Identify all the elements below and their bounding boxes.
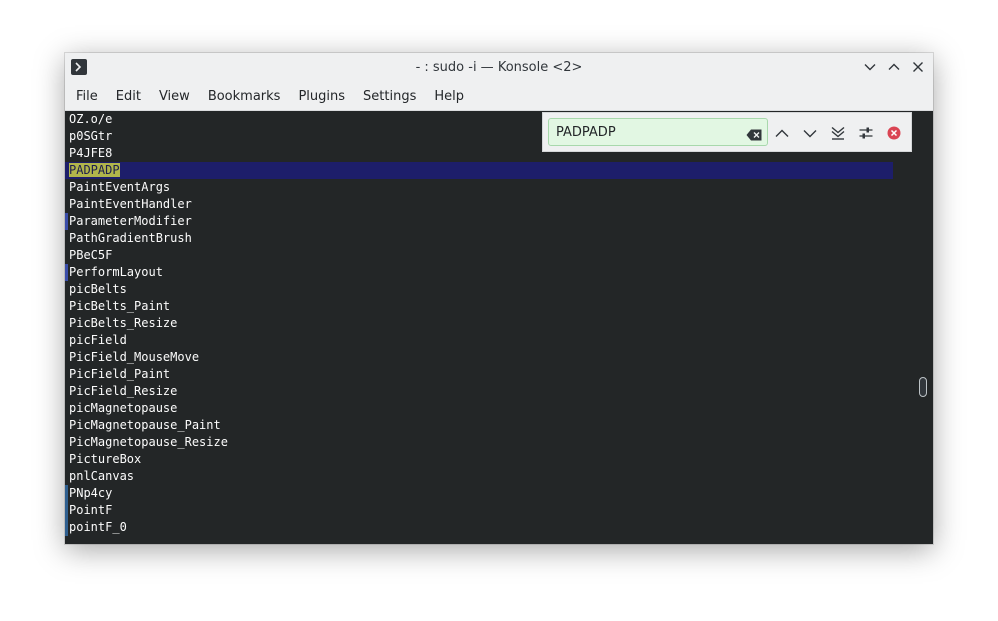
terminal-line: PNp4cy bbox=[65, 485, 893, 502]
chevron-up-icon bbox=[775, 129, 789, 137]
menu-view[interactable]: View bbox=[152, 82, 197, 111]
terminal-line: PicField_Resize bbox=[69, 384, 178, 398]
terminal-line: PerformLayout bbox=[65, 264, 893, 281]
line-marker bbox=[65, 485, 68, 502]
terminal-line: picBelts bbox=[69, 282, 127, 296]
terminal-line: picField bbox=[69, 333, 127, 347]
terminal-line-text: ParameterModifier bbox=[69, 214, 192, 228]
menu-edit[interactable]: Edit bbox=[109, 82, 148, 111]
terminal-line-current-match: PADPADP bbox=[65, 162, 893, 179]
minimize-button[interactable] bbox=[862, 59, 878, 75]
highlight-all-button[interactable] bbox=[829, 124, 847, 142]
close-button[interactable] bbox=[910, 59, 926, 75]
clear-search-button[interactable] bbox=[746, 126, 762, 141]
terminal-line: PicField_MouseMove bbox=[69, 350, 200, 364]
terminal-line: PointF bbox=[65, 502, 893, 519]
terminal-line: PathGradientBrush bbox=[69, 231, 192, 245]
menu-bar: File Edit View Bookmarks Plugins Setting… bbox=[65, 82, 933, 111]
title-bar[interactable]: - : sudo -i — Konsole <2> bbox=[65, 53, 933, 82]
terminal-line: picMagnetopause bbox=[69, 401, 178, 415]
terminal-line: PBeC5F bbox=[69, 248, 113, 262]
menu-file[interactable]: File bbox=[69, 82, 105, 111]
terminal-line: pointF_0 bbox=[65, 519, 893, 536]
konsole-window: - : sudo -i — Konsole <2> File Edit View… bbox=[65, 53, 933, 544]
line-marker bbox=[65, 519, 68, 536]
terminal-line: PaintEventHandler bbox=[69, 197, 192, 211]
terminal-line: ParameterModifier bbox=[65, 213, 893, 230]
line-marker bbox=[65, 213, 68, 230]
chevron-down-icon bbox=[864, 64, 876, 71]
menu-bookmarks[interactable]: Bookmarks bbox=[201, 82, 288, 111]
terminal-line-text: pointF_0 bbox=[69, 520, 127, 534]
terminal-line: PicMagnetopause_Resize bbox=[69, 435, 228, 449]
terminal-line: PicBelts_Paint bbox=[69, 299, 171, 313]
chevron-up-icon bbox=[888, 63, 900, 70]
sliders-icon bbox=[859, 127, 873, 139]
find-next-button[interactable] bbox=[801, 124, 819, 142]
terminal-line: PicField_Paint bbox=[69, 367, 171, 381]
close-search-button[interactable] bbox=[885, 124, 903, 142]
terminal-line: PicBelts_Resize bbox=[69, 316, 178, 330]
close-icon bbox=[913, 62, 923, 72]
terminal-output[interactable]: OZ.o/e p0SGtr P4JFE8 PADPADP PaintEventA… bbox=[65, 111, 933, 544]
search-match-highlight: PADPADP bbox=[69, 163, 120, 177]
menu-help[interactable]: Help bbox=[427, 82, 471, 111]
terminal-line: pnlCanvas bbox=[69, 469, 135, 483]
terminal-line: PicMagnetopause_Paint bbox=[69, 418, 221, 432]
terminal-lines: OZ.o/e p0SGtr P4JFE8 PADPADP PaintEventA… bbox=[65, 111, 893, 536]
line-marker bbox=[65, 502, 68, 519]
menu-plugins[interactable]: Plugins bbox=[291, 82, 352, 111]
terminal-line: PictureBox bbox=[69, 452, 142, 466]
backspace-icon bbox=[746, 129, 762, 141]
chevron-down-icon bbox=[803, 129, 817, 137]
close-circle-icon bbox=[887, 126, 901, 140]
line-marker bbox=[65, 264, 68, 281]
window-title: - : sudo -i — Konsole <2> bbox=[415, 60, 583, 75]
terminal-line-text: PointF bbox=[69, 503, 113, 517]
scrollbar-thumb[interactable] bbox=[919, 377, 927, 397]
terminal-line-text: PerformLayout bbox=[69, 265, 163, 279]
double-chevron-down-icon bbox=[831, 126, 845, 140]
terminal-line-text: PNp4cy bbox=[69, 486, 113, 500]
search-bar bbox=[542, 112, 912, 152]
menu-settings[interactable]: Settings bbox=[356, 82, 423, 111]
search-input[interactable] bbox=[548, 118, 768, 146]
search-options-button[interactable] bbox=[857, 124, 875, 142]
terminal-line: PaintEventArgs bbox=[69, 180, 171, 194]
maximize-button[interactable] bbox=[886, 59, 902, 75]
find-previous-button[interactable] bbox=[773, 124, 791, 142]
